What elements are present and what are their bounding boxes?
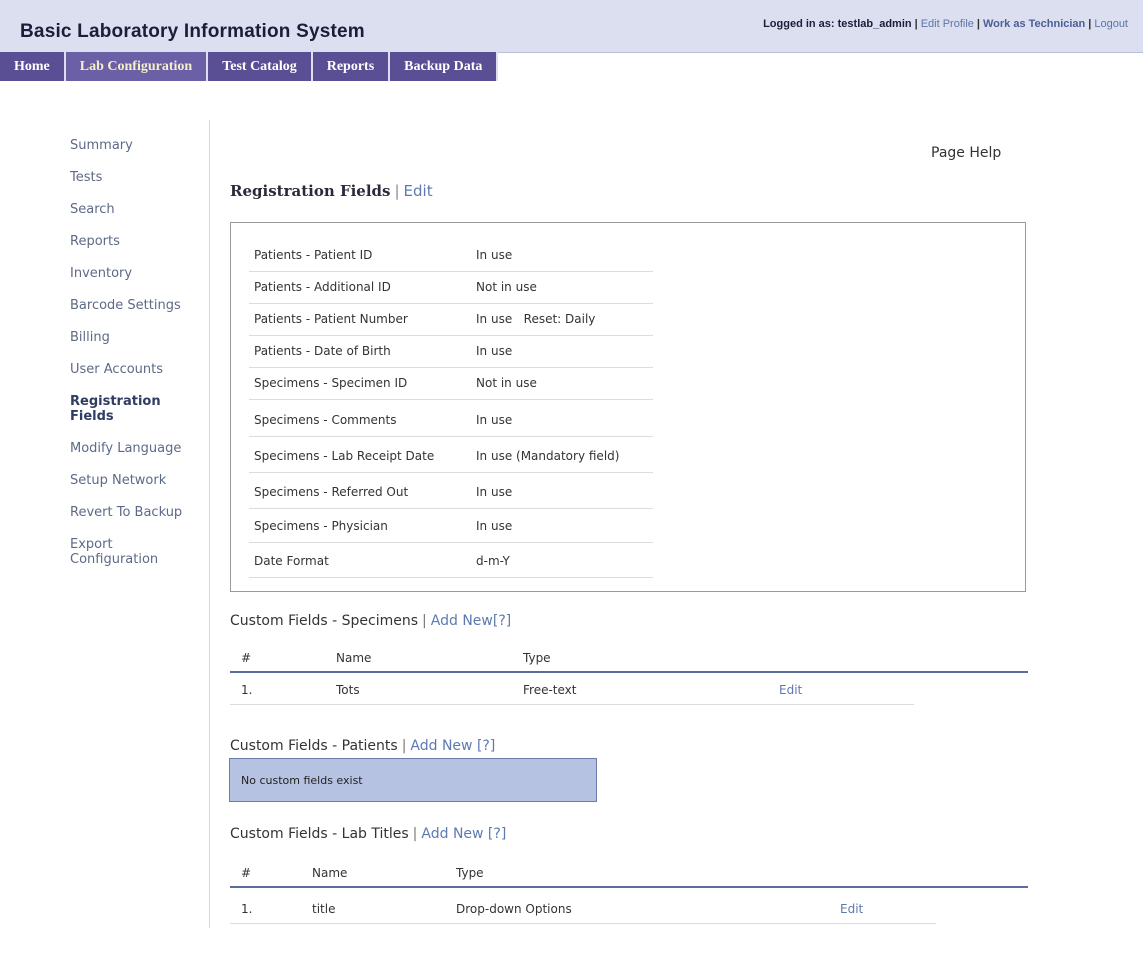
row-type: Drop-down Options	[456, 902, 572, 916]
custom-fields-lab-titles-header: Custom Fields - Lab Titles | Add New [?]	[230, 826, 507, 842]
sidebar-item-user-accounts[interactable]: User Accounts	[70, 362, 200, 377]
sidebar-item-summary[interactable]: Summary	[70, 138, 200, 153]
table-row: Patients - Patient ID In use	[249, 239, 653, 272]
column-header: #	[241, 651, 252, 665]
user-bar: Logged in as: testlab_admin | Edit Profile…	[763, 18, 1128, 30]
table-row: Specimens - Referred Out In use	[249, 476, 653, 509]
field-name: Specimens - Referred Out	[254, 485, 409, 499]
sidebar-item-tests[interactable]: Tests	[70, 170, 200, 185]
edit-registration-link[interactable]: Edit	[404, 182, 433, 200]
column-header: Type	[456, 866, 484, 880]
field-name: Patients - Patient Number	[254, 312, 408, 326]
logout-link[interactable]: Logout	[1094, 18, 1128, 30]
field-name: Date Format	[254, 554, 329, 568]
sidebar-item-reports[interactable]: Reports	[70, 234, 200, 249]
column-header: Type	[523, 651, 551, 665]
field-status: In use Reset: Daily	[476, 312, 596, 326]
sidebar-item-export-configuration[interactable]: Export Configuration	[70, 537, 170, 567]
tab-home[interactable]: Home	[0, 52, 66, 81]
sidebar-item-barcode-settings[interactable]: Barcode Settings	[70, 298, 200, 313]
edit-specimen-field-link[interactable]: Edit	[779, 683, 802, 697]
table-row: Specimens - Specimen ID Not in use	[249, 367, 653, 400]
sidebar-item-revert-to-backup[interactable]: Revert To Backup	[70, 505, 200, 520]
section-title: Custom Fields - Specimens	[230, 613, 419, 629]
table-row: Specimens - Comments In use	[249, 404, 653, 437]
section-title: Custom Fields - Patients	[230, 738, 398, 754]
sidebar-item-search[interactable]: Search	[70, 202, 200, 217]
tab-reports[interactable]: Reports	[312, 52, 391, 81]
column-header: Name	[336, 651, 372, 665]
tab-lab-configuration[interactable]: Lab Configuration	[65, 52, 209, 81]
custom-fields-patients-header: Custom Fields - Patients | Add New [?]	[230, 738, 496, 754]
table-row: 1. title Drop-down Options Edit	[230, 893, 936, 924]
sidebar-divider	[209, 120, 210, 928]
row-name: Tots	[336, 683, 360, 697]
sidebar-item-inventory[interactable]: Inventory	[70, 266, 200, 281]
field-name: Specimens - Specimen ID	[254, 376, 408, 390]
sidebar-item-modify-language[interactable]: Modify Language	[70, 441, 200, 456]
field-name: Patients - Date of Birth	[254, 344, 391, 358]
field-status: In use	[476, 344, 513, 358]
sidebar-item-billing[interactable]: Billing	[70, 330, 200, 345]
row-number: 1.	[241, 683, 253, 697]
table-row: Patients - Date of Birth In use	[249, 335, 653, 368]
custom-lab-titles-table-header: # Name Type	[230, 861, 1028, 888]
row-name: title	[312, 902, 336, 916]
registration-fields-table: Patients - Patient ID In use Patients - A…	[230, 222, 1026, 592]
edit-lab-title-field-link[interactable]: Edit	[840, 902, 863, 916]
app-title: Basic Laboratory Information System	[20, 21, 365, 42]
field-name: Patients - Additional ID	[254, 280, 391, 294]
field-name: Specimens - Lab Receipt Date	[254, 449, 435, 463]
table-row: Patients - Additional ID Not in use	[249, 271, 653, 304]
sidebar-item-registration-fields[interactable]: Registration Fields	[70, 394, 170, 424]
page-title: Registration Fields	[230, 182, 391, 200]
field-status: Not in use	[476, 376, 537, 390]
sidebar-item-setup-network[interactable]: Setup Network	[70, 473, 200, 488]
custom-fields-specimens-header: Custom Fields - Specimens | Add New[?]	[230, 613, 512, 629]
logged-in-label: Logged in as: testlab_admin	[763, 18, 912, 30]
field-status: In use (Mandatory field)	[476, 449, 620, 463]
field-status: In use	[476, 485, 513, 499]
column-header: Name	[312, 866, 348, 880]
page-help-link[interactable]: Page Help	[931, 145, 1001, 161]
table-row: Specimens - Physician In use	[249, 510, 653, 543]
registration-fields-header: Registration Fields | Edit	[230, 182, 433, 200]
field-name: Specimens - Comments	[254, 413, 397, 427]
field-status: In use	[476, 248, 513, 262]
empty-message: No custom fields exist	[241, 774, 363, 787]
edit-profile-link[interactable]: Edit Profile	[921, 18, 974, 30]
table-row: Patients - Patient Number In use Reset: D…	[249, 303, 653, 336]
table-row: 1. Tots Free-text Edit	[230, 674, 914, 705]
add-new-patient-field-link[interactable]: Add New [?]	[410, 738, 495, 754]
custom-specimens-table-header: # Name Type	[230, 646, 1028, 673]
table-row: Date Format d-m-Y	[249, 545, 653, 578]
table-row: Specimens - Lab Receipt Date In use (Mand…	[249, 440, 653, 473]
add-new-specimen-field-link[interactable]: Add New[?]	[431, 613, 511, 629]
top-header: Basic Laboratory Information System Logg…	[0, 0, 1143, 53]
row-number: 1.	[241, 902, 253, 916]
field-name: Specimens - Physician	[254, 519, 388, 533]
row-type: Free-text	[523, 683, 577, 697]
column-header: #	[241, 866, 252, 880]
field-status: In use	[476, 519, 513, 533]
main-nav-tabs: Home Lab Configuration Test Catalog Repo…	[0, 52, 499, 81]
field-name: Patients - Patient ID	[254, 248, 373, 262]
field-status: Not in use	[476, 280, 537, 294]
tab-backup-data[interactable]: Backup Data	[390, 52, 499, 81]
empty-state-box: No custom fields exist	[229, 758, 597, 802]
tab-test-catalog[interactable]: Test Catalog	[208, 52, 313, 81]
field-status: In use	[476, 413, 513, 427]
add-new-lab-title-field-link[interactable]: Add New [?]	[421, 826, 506, 842]
work-as-technician-link[interactable]: Work as Technician	[983, 18, 1085, 30]
sidebar: Summary Tests Search Reports Inventory B…	[70, 138, 200, 584]
field-status: d-m-Y	[476, 554, 510, 568]
section-title: Custom Fields - Lab Titles	[230, 826, 409, 842]
